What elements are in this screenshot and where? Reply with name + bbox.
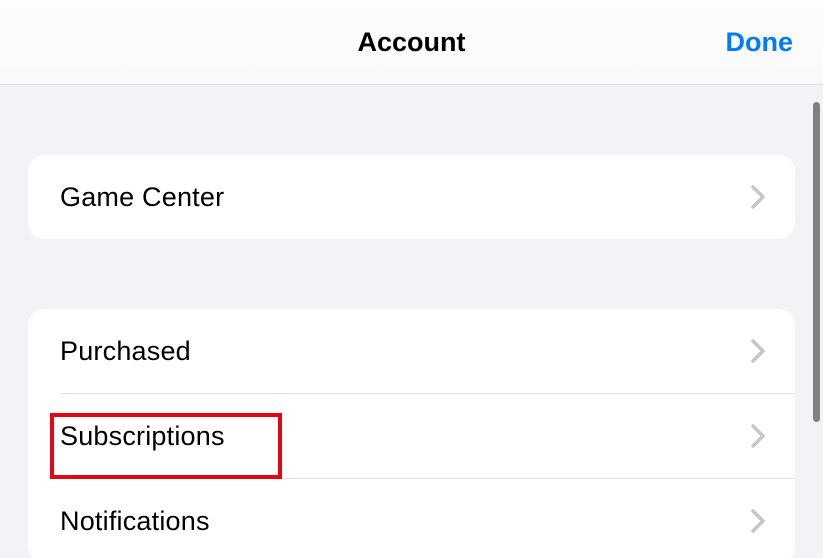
settings-group-game-center: Game Center	[28, 155, 795, 239]
done-button[interactable]: Done	[726, 27, 794, 58]
nav-bar: Account Done	[0, 0, 823, 85]
row-label: Purchased	[60, 336, 191, 367]
row-subscriptions[interactable]: Subscriptions	[28, 394, 795, 478]
scrollbar[interactable]	[813, 102, 820, 422]
settings-group-purchases: Purchased Subscriptions Notifications	[28, 309, 795, 558]
row-label: Game Center	[60, 182, 224, 213]
row-game-center[interactable]: Game Center	[28, 155, 795, 239]
page-title: Account	[358, 27, 466, 58]
content-area: Game Center Purchased Subscriptions Noti…	[0, 85, 823, 558]
row-label: Subscriptions	[60, 421, 225, 452]
chevron-right-icon	[751, 339, 765, 363]
row-purchased[interactable]: Purchased	[28, 309, 795, 393]
chevron-right-icon	[751, 185, 765, 209]
chevron-right-icon	[751, 509, 765, 533]
chevron-right-icon	[751, 424, 765, 448]
row-label: Notifications	[60, 506, 210, 537]
row-notifications[interactable]: Notifications	[28, 479, 795, 558]
